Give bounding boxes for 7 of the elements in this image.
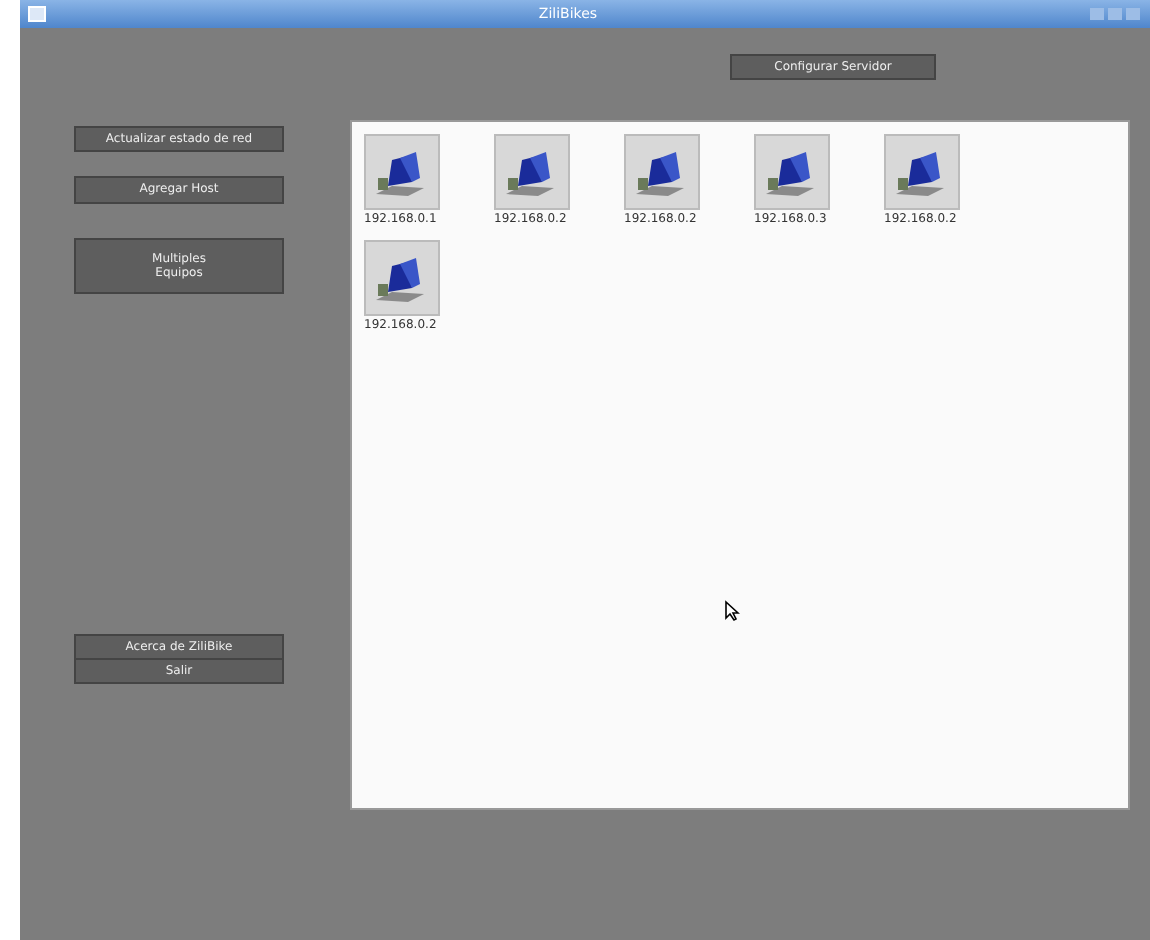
- computer-icon[interactable]: [494, 134, 570, 210]
- computer-icon[interactable]: [364, 240, 440, 316]
- computer-icon[interactable]: [624, 134, 700, 210]
- computer-icon[interactable]: [754, 134, 830, 210]
- computer-icon[interactable]: [364, 134, 440, 210]
- mouse-pointer-icon: [724, 600, 740, 622]
- computer-icon[interactable]: [884, 134, 960, 210]
